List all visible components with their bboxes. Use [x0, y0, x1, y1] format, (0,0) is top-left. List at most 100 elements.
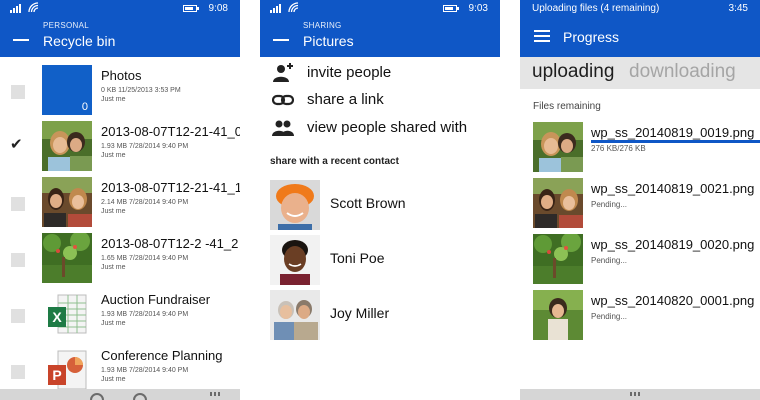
item-date: 7/28/2014 9:40 PM	[129, 255, 189, 262]
row-checkbox[interactable]	[11, 365, 25, 379]
contact-item[interactable]: Joy Miller	[260, 290, 500, 342]
battery-icon	[183, 5, 199, 12]
upload-item[interactable]: wp_ss_20140819_0019.png 276 KB/276 KB	[520, 122, 760, 177]
file-name: wp_ss_20140819_0021.png	[591, 181, 755, 196]
wifi-icon	[28, 2, 39, 13]
app-bar	[520, 389, 760, 400]
folder-thumbnail: 0	[42, 65, 92, 115]
view-people-shared-button[interactable]: view people shared with	[260, 115, 500, 141]
status-bar: Uploading files (4 remaining) 3:45	[520, 0, 760, 17]
item-name: 2013-08-07T12-21-41_0	[101, 124, 240, 139]
list-item[interactable]: P Conference Planning 1.93 MB 7/28/2014 …	[0, 337, 240, 395]
upload-item[interactable]: wp_ss_20140820_0001.png Pending...	[520, 290, 760, 345]
row-checkbox[interactable]	[11, 85, 25, 99]
action-label: invite people	[307, 64, 392, 81]
couple-photo-image	[533, 122, 583, 172]
contact-photo-image	[270, 235, 320, 285]
phone-sharing: 9:03 SHARING Pictures invite people shar…	[260, 0, 500, 400]
item-name: Auction Fundraiser	[101, 292, 211, 307]
app-header: 9:03 SHARING Pictures	[260, 0, 500, 57]
header-eyebrow: SHARING	[303, 21, 342, 30]
contact-photo-image	[270, 290, 320, 340]
screenshot-stage: 9:08 PERSONAL Recycle bin 0 Photos 0 KB …	[0, 0, 760, 400]
page-title: Pictures	[303, 33, 354, 49]
section-heading: share with a recent contact	[270, 156, 399, 167]
document-thumbnail: P	[42, 345, 92, 395]
contact-item[interactable]: Scott Brown	[260, 180, 500, 232]
more-dots-icon[interactable]	[210, 392, 222, 396]
friends-photo-image	[42, 177, 92, 227]
upload-status-text: Uploading files (4 remaining)	[532, 3, 660, 14]
wifi-icon	[288, 2, 299, 13]
garden-photo-image	[42, 233, 92, 283]
signal-icon	[270, 4, 281, 13]
item-meta: 1.93 MB 7/28/2014 9:40 PM Just me	[101, 366, 188, 384]
header-eyebrow: PERSONAL	[43, 21, 89, 30]
friends-photo-image	[533, 178, 583, 228]
item-meta: 1.65 MB 7/28/2014 9:40 PM Just me	[101, 254, 188, 272]
folder-count: 0	[81, 101, 88, 113]
link-icon	[272, 94, 294, 106]
app-header: 9:08 PERSONAL Recycle bin	[0, 0, 240, 57]
item-meta: 2.14 MB 7/28/2014 9:40 PM Just me	[101, 198, 188, 216]
menu-dash-icon[interactable]	[13, 39, 29, 41]
item-date: 7/28/2014 9:40 PM	[129, 367, 189, 374]
couple-photo-image	[42, 121, 92, 171]
app-header: Uploading files (4 remaining) 3:45 Progr…	[520, 0, 760, 57]
item-size: 1.93 MB	[101, 367, 128, 374]
upload-progress-fill	[591, 140, 760, 143]
photo-thumbnail	[533, 122, 583, 172]
item-sharing: Just me	[101, 264, 126, 271]
upload-progress-bar	[591, 140, 760, 143]
list-item[interactable]: 2013-08-07T12-21-41_1 2.14 MB 7/28/2014 …	[0, 169, 240, 227]
menu-dash-icon[interactable]	[273, 39, 289, 41]
list-item[interactable]: 0 Photos 0 KB 11/25/2013 3:53 PM Just me	[0, 57, 240, 115]
avatar	[270, 180, 320, 230]
file-name: wp_ss_20140819_0019.png	[591, 125, 755, 140]
tab-downloading[interactable]: downloading	[629, 61, 736, 83]
row-checkbox[interactable]	[11, 309, 25, 323]
photo-thumbnail	[533, 290, 583, 340]
status-time: 3:45	[728, 3, 748, 14]
item-size: 0 KB	[101, 87, 117, 94]
item-meta: 1.93 MB 7/28/2014 9:40 PM Just me	[101, 142, 188, 160]
tab-uploading[interactable]: uploading	[532, 61, 614, 83]
document-thumbnail: X	[42, 289, 92, 339]
page-title: Recycle bin	[43, 33, 116, 49]
appbar-button-icon[interactable]	[90, 393, 104, 400]
file-status: 276 KB/276 KB	[591, 144, 646, 153]
child-photo-image	[533, 290, 583, 340]
row-checkbox[interactable]	[11, 197, 25, 211]
row-checkbox-checked[interactable]: ✔	[10, 135, 24, 153]
item-meta: 1.93 MB 7/28/2014 9:40 PM Just me	[101, 310, 188, 328]
phone-recycle-bin: 9:08 PERSONAL Recycle bin 0 Photos 0 KB …	[0, 0, 240, 400]
signal-icon	[10, 4, 21, 13]
hamburger-menu-icon[interactable]	[534, 30, 550, 42]
appbar-button-icon[interactable]	[133, 393, 147, 400]
contact-item[interactable]: Toni Poe	[260, 235, 500, 287]
item-date: 7/28/2014 9:40 PM	[129, 199, 189, 206]
list-item[interactable]: ✔ 2013-08-07T12-21-41_0 1.93 MB 7/28/201…	[0, 113, 240, 171]
action-label: view people shared with	[307, 119, 468, 136]
row-checkbox[interactable]	[11, 253, 25, 267]
item-sharing: Just me	[101, 376, 126, 383]
contact-name: Toni Poe	[330, 250, 385, 266]
photo-thumbnail	[533, 234, 583, 284]
battery-icon	[443, 5, 459, 12]
share-link-button[interactable]: share a link	[260, 87, 500, 113]
more-dots-icon[interactable]	[630, 392, 642, 396]
app-bar	[0, 389, 240, 400]
list-item[interactable]: X Auction Fundraiser 1.93 MB 7/28/2014 9…	[0, 281, 240, 339]
upload-item[interactable]: wp_ss_20140819_0020.png Pending...	[520, 234, 760, 289]
contact-name: Scott Brown	[330, 195, 406, 211]
list-item[interactable]: 2013-08-07T12-2 -41_2 1.65 MB 7/28/2014 …	[0, 225, 240, 283]
powerpoint-file-icon: P	[42, 345, 92, 395]
upload-item[interactable]: wp_ss_20140819_0021.png Pending...	[520, 178, 760, 233]
add-person-icon	[273, 63, 293, 82]
item-date: 7/28/2014 9:40 PM	[129, 311, 189, 318]
status-bar: 9:03	[260, 0, 500, 17]
item-sharing: Just me	[101, 152, 126, 159]
invite-people-button[interactable]: invite people	[260, 60, 500, 86]
item-name: 2013-08-07T12-2 -41_2	[101, 236, 239, 251]
item-size: 1.93 MB	[101, 143, 128, 150]
